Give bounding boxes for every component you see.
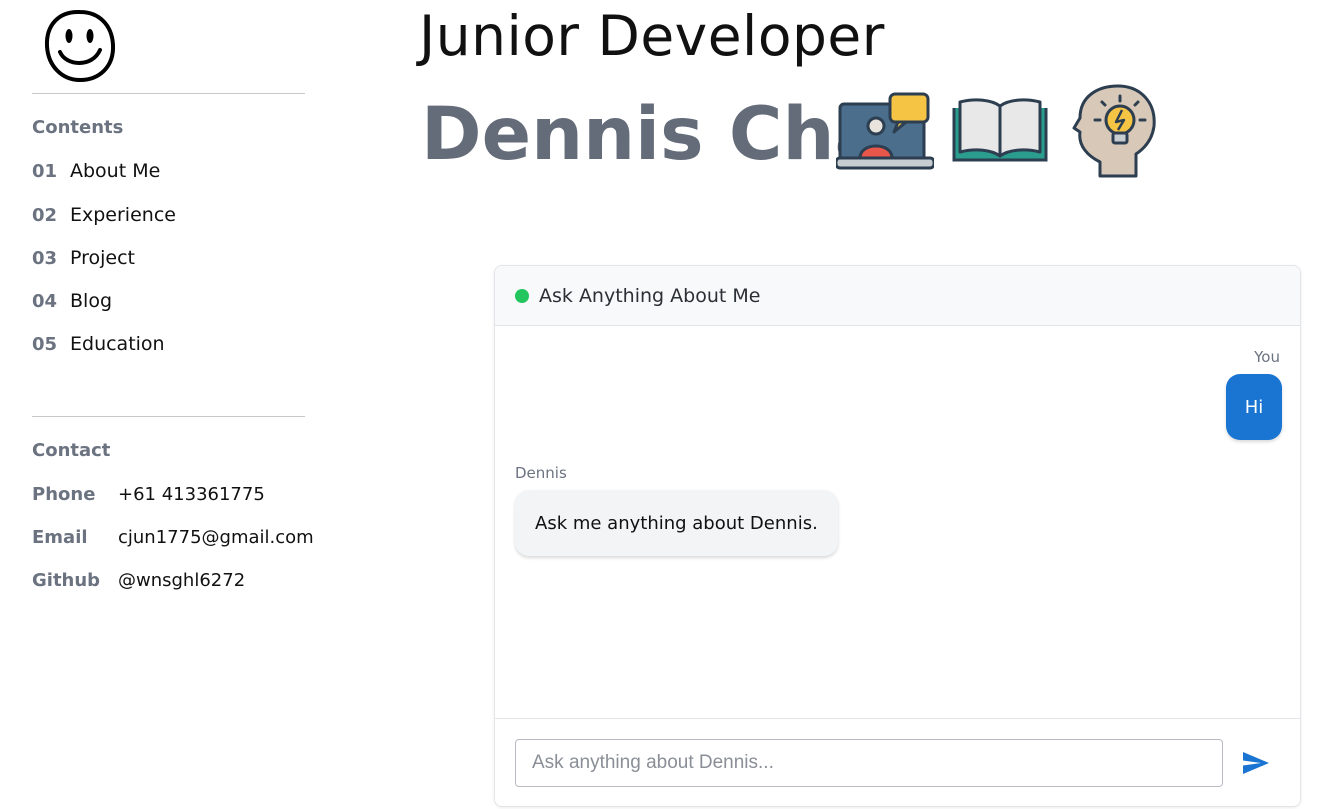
chat-input-area	[495, 718, 1300, 806]
nav-item-label: Project	[70, 247, 136, 269]
nav-item-blog[interactable]: 04 Blog	[32, 289, 112, 313]
contents-title: Contents	[32, 117, 124, 138]
send-button[interactable]	[1239, 746, 1273, 780]
sidebar-divider	[32, 416, 305, 417]
user-message-bubble: Hi	[1226, 374, 1282, 440]
nav-item-label: Experience	[70, 204, 176, 226]
nav-item-number: 02	[32, 204, 58, 226]
nav-item-label: Education	[70, 333, 165, 355]
contact-github-link[interactable]: @wnsghl6272	[118, 570, 245, 591]
nav-item-education[interactable]: 05 Education	[32, 332, 165, 356]
chat-widget: Ask Anything About Me You Hi Dennis Ask …	[494, 265, 1301, 807]
sidebar-divider	[32, 93, 305, 94]
nav-item-number: 04	[32, 290, 58, 312]
nav-item-experience[interactable]: 02 Experience	[32, 203, 176, 227]
online-status-dot	[515, 288, 529, 303]
chat-message-input[interactable]	[515, 739, 1223, 787]
portfolio-page: Contents 01 About Me 02 Experience 03 Pr…	[0, 0, 1344, 809]
chat-header: Ask Anything About Me	[495, 266, 1300, 326]
send-icon	[1243, 752, 1269, 774]
message-sender-you: You	[1254, 348, 1280, 366]
contact-title: Contact	[32, 440, 111, 461]
contact-email: Email cjun1775@gmail.com	[32, 525, 314, 549]
smiley-face-icon	[44, 9, 116, 83]
nav-item-number: 03	[32, 247, 58, 269]
chat-title: Ask Anything About Me	[539, 284, 761, 307]
contact-phone-label: Phone	[32, 483, 96, 505]
page-title: Dennis Cha	[421, 92, 884, 177]
contact-github-label: Github	[32, 569, 101, 591]
bot-message-bubble: Ask me anything about Dennis.	[515, 490, 838, 556]
open-book-icon	[952, 98, 1048, 162]
contact-github: Github @wnsghl6272	[32, 568, 245, 592]
contact-email-link[interactable]: cjun1775@gmail.com	[118, 527, 314, 548]
nav-item-about-me[interactable]: 01 About Me	[32, 159, 160, 183]
nav-item-label: Blog	[70, 290, 112, 312]
head-lightbulb-icon	[1072, 84, 1156, 178]
nav-item-label: About Me	[70, 160, 161, 182]
nav-item-number: 01	[32, 160, 58, 182]
nav-item-project[interactable]: 03 Project	[32, 246, 135, 270]
laptop-chat-icon	[836, 92, 934, 170]
contact-phone: Phone +61 413361775	[32, 482, 265, 506]
contact-phone-value: +61 413361775	[118, 483, 265, 505]
contact-email-label: Email	[32, 526, 88, 548]
nav-item-number: 05	[32, 333, 58, 355]
job-title: Junior Developer	[419, 4, 885, 68]
message-sender-dennis: Dennis	[515, 464, 567, 482]
